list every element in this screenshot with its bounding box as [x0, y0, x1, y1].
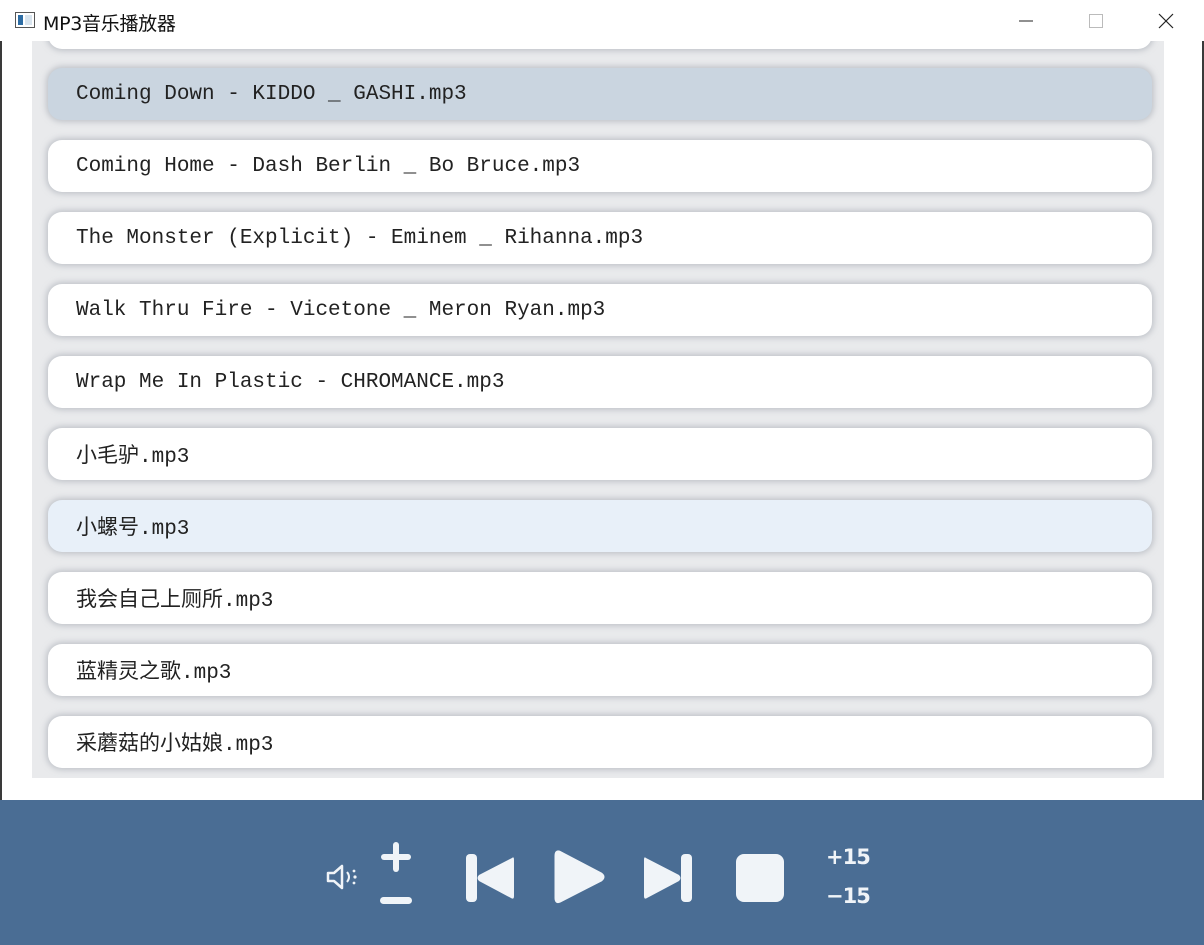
play-button[interactable] — [553, 848, 605, 906]
list-item[interactable] — [48, 41, 1152, 49]
song-name: 蓝精灵之歌.mp3 — [76, 662, 232, 685]
list-item[interactable]: Wrap Me In Plastic - CHROMANCE.mp3 — [48, 356, 1152, 408]
song-name: 采蘑菇的小姑娘.mp3 — [76, 734, 274, 757]
minimize-button[interactable] — [991, 0, 1061, 41]
next-button[interactable] — [642, 852, 694, 904]
close-icon — [1158, 13, 1174, 28]
skip-next-icon — [644, 854, 692, 902]
song-name: Coming Home - Dash Berlin _ Bo Bruce.mp3 — [76, 154, 581, 178]
list-item[interactable]: 蓝精灵之歌.mp3 — [48, 644, 1152, 696]
list-item[interactable]: Walk Thru Fire - Vicetone _ Meron Ryan.m… — [48, 284, 1152, 336]
song-name: Wrap Me In Plastic - CHROMANCE.mp3 — [76, 370, 505, 394]
list-item[interactable]: 我会自己上厕所.mp3 — [48, 572, 1152, 624]
stop-button[interactable] — [734, 852, 786, 904]
list-item[interactable]: Coming Home - Dash Berlin _ Bo Bruce.mp3 — [48, 140, 1152, 192]
close-button[interactable] — [1131, 0, 1201, 41]
song-name: 我会自己上厕所.mp3 — [76, 590, 274, 613]
app-icon — [15, 12, 35, 28]
volume-up-button[interactable] — [378, 840, 414, 876]
song-name: 小螺号.mp3 — [76, 518, 190, 541]
plus-icon — [381, 842, 411, 872]
maximize-button[interactable] — [1061, 0, 1131, 41]
stop-icon — [736, 854, 784, 902]
song-name: The Monster (Explicit) - Eminem _ Rihann… — [76, 226, 644, 250]
volume-icon — [325, 862, 361, 892]
title-bar[interactable]: MP3音乐播放器 — [0, 0, 1204, 41]
volume-down-button[interactable] — [378, 896, 414, 908]
list-item[interactable]: The Monster (Explicit) - Eminem _ Rihann… — [48, 212, 1152, 264]
window-border-left — [0, 41, 2, 801]
song-name: Walk Thru Fire - Vicetone _ Meron Ryan.m… — [76, 298, 606, 322]
backward-15-button[interactable]: −15 — [826, 884, 871, 908]
playlist[interactable]: Coming Down - KIDDO _ GASHI.mp3 Coming H… — [32, 41, 1164, 778]
skip-previous-icon — [466, 854, 514, 902]
list-item[interactable]: 小毛驴.mp3 — [48, 428, 1152, 480]
list-item[interactable]: 采蘑菇的小姑娘.mp3 — [48, 716, 1152, 768]
window-title: MP3音乐播放器 — [43, 13, 176, 35]
play-icon — [554, 850, 605, 904]
song-name: 小毛驴.mp3 — [76, 446, 190, 469]
maximize-icon — [1089, 13, 1103, 28]
minus-icon — [380, 897, 412, 904]
list-item[interactable]: 小螺号.mp3 — [48, 500, 1152, 552]
list-item[interactable]: Coming Down - KIDDO _ GASHI.mp3 — [48, 68, 1152, 120]
control-bar: +15 −15 — [0, 800, 1204, 945]
forward-15-button[interactable]: +15 — [826, 845, 871, 869]
previous-button[interactable] — [464, 852, 516, 904]
minimize-icon — [1019, 20, 1033, 21]
song-name: Coming Down - KIDDO _ GASHI.mp3 — [76, 82, 467, 106]
